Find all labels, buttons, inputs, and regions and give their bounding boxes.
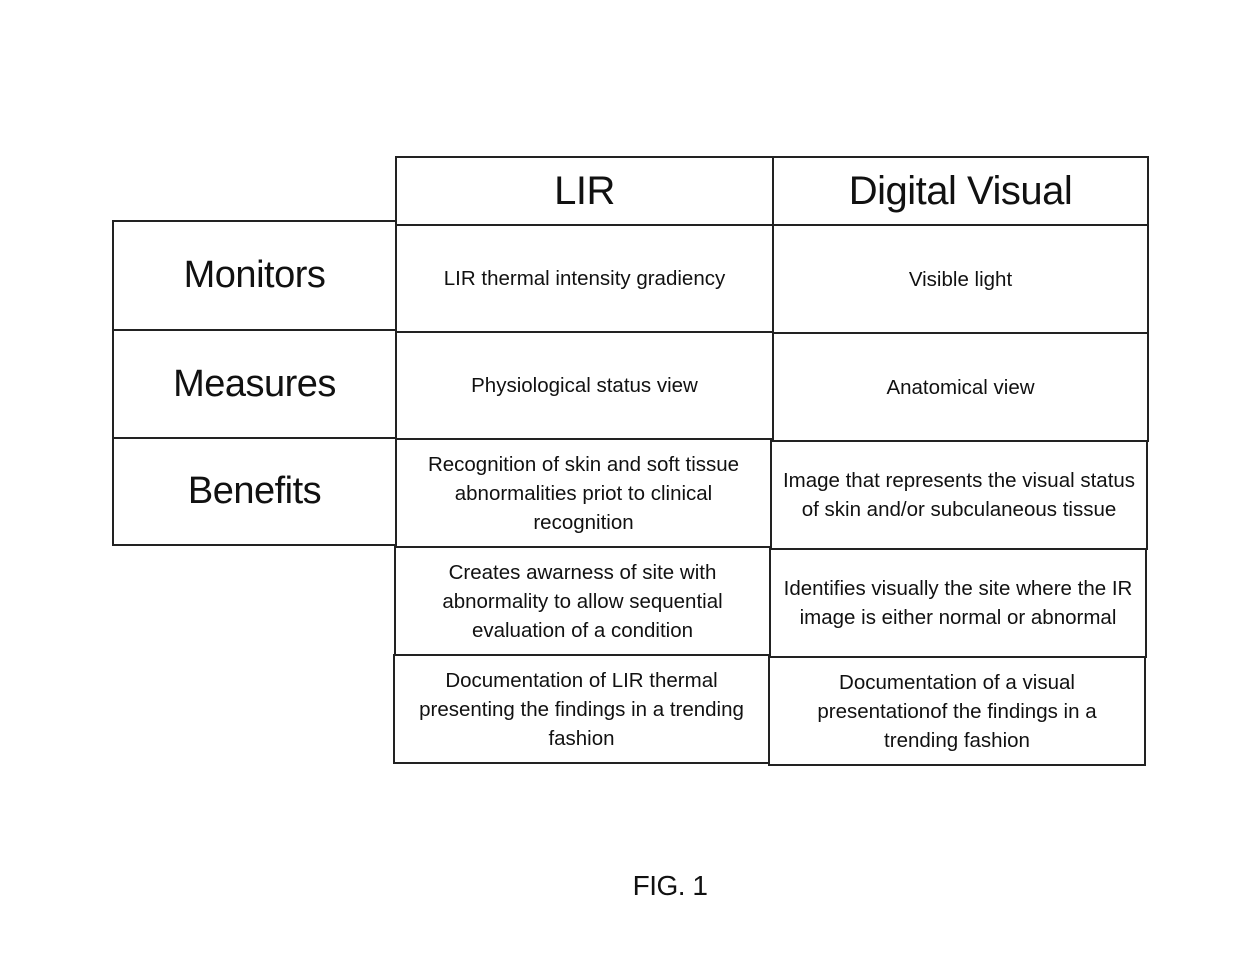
row-label-monitors-text: Monitors	[183, 254, 326, 296]
row-label-measures: Measures	[112, 329, 397, 439]
cell-text: Physiological status view	[471, 374, 698, 397]
figure-label: FIG. 1	[632, 870, 708, 901]
cell-monitors-lir: LIR thermal intensity gradiency	[395, 224, 774, 333]
cell-text: Documentation of LIR thermal presenting …	[419, 668, 744, 750]
row-label-benefits-text: Benefits	[187, 470, 322, 512]
column-header-lir-text: LIR	[554, 168, 615, 213]
cell-text: LIR thermal intensity gradiency	[443, 267, 726, 290]
cell-monitors-digital-visual: Visible light	[772, 224, 1149, 334]
cell-text: Documentation of a visual presentationof…	[817, 670, 1097, 752]
row-label-measures-text: Measures	[173, 362, 336, 405]
cell-benefits-3-digital-visual: Documentation of a visual presentationof…	[768, 656, 1146, 766]
cell-benefits-lir: Recognition of skin and soft tissue abno…	[395, 438, 772, 548]
row-label-benefits: Benefits	[112, 437, 397, 546]
row-label-monitors: Monitors	[112, 220, 397, 331]
cell-text: Image that represents the visual status …	[782, 469, 1136, 521]
column-header-digital-visual: Digital Visual	[772, 156, 1149, 226]
column-header-digital-visual-text: Digital Visual	[848, 168, 1073, 213]
cell-measures-digital-visual: Anatomical view	[772, 332, 1149, 442]
cell-benefits-3-lir: Documentation of LIR thermal presenting …	[393, 654, 770, 764]
column-header-lir: LIR	[395, 156, 774, 226]
cell-text: Anatomical view	[886, 375, 1035, 399]
cell-text: Creates awarness of site with abnormalit…	[442, 560, 723, 642]
cell-text: Recognition of skin and soft tissue abno…	[427, 452, 740, 534]
cell-text: Visible light	[908, 267, 1013, 291]
cell-measures-lir: Physiological status view	[395, 331, 774, 440]
cell-text: Identifies visually the site where the I…	[783, 577, 1133, 629]
cell-benefits-2-digital-visual: Identifies visually the site where the I…	[769, 548, 1147, 658]
cell-benefits-2-lir: Creates awarness of site with abnormalit…	[394, 546, 771, 656]
cell-benefits-digital-visual: Image that represents the visual status …	[770, 440, 1148, 550]
